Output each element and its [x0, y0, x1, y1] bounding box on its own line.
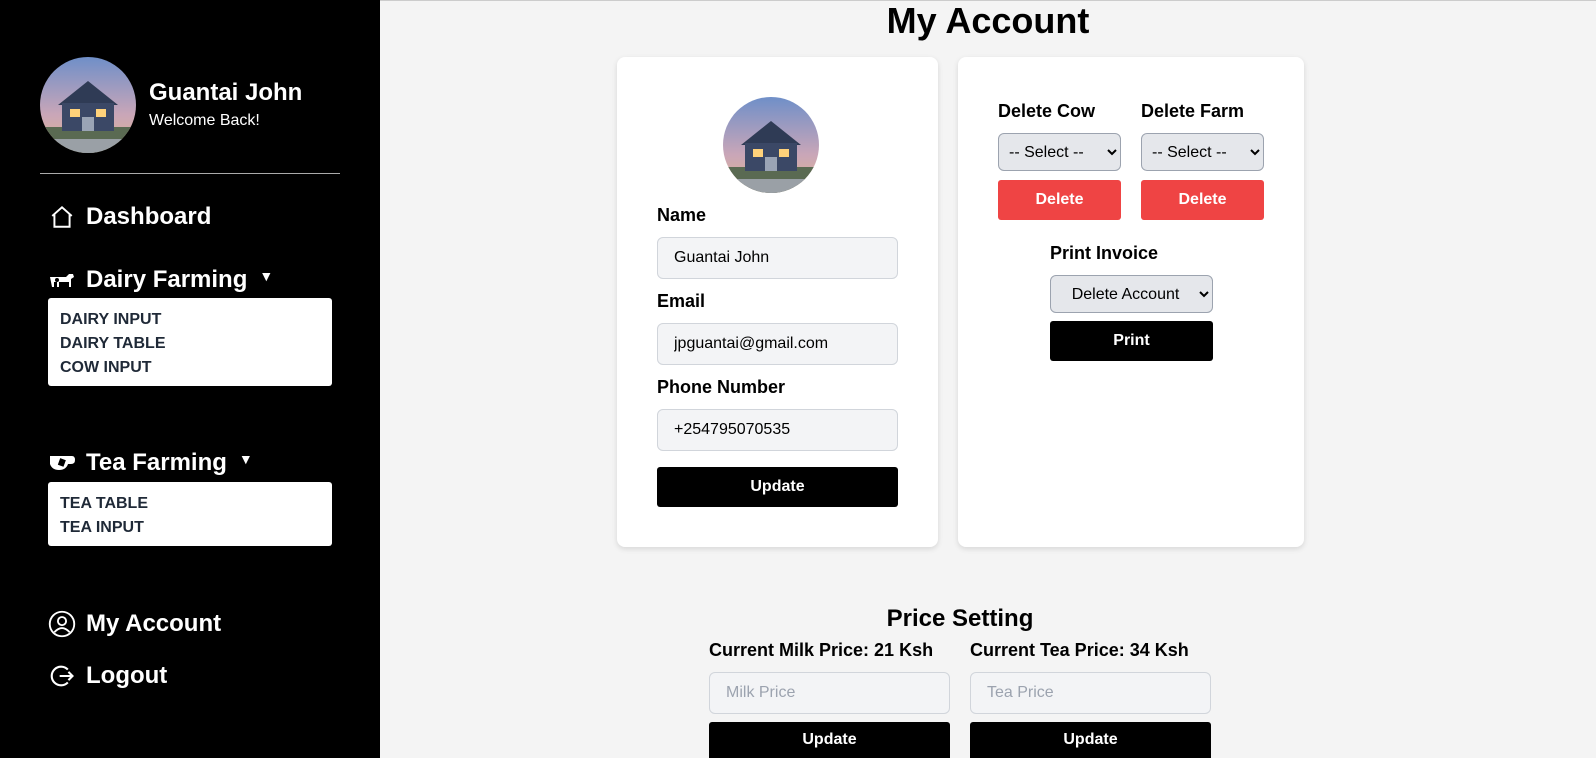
chevron-down-icon[interactable]: ▼ — [239, 451, 253, 467]
user-name: Guantai John — [149, 79, 303, 106]
print-button[interactable]: Print — [1050, 321, 1213, 361]
name-label: Name — [657, 205, 707, 225]
user-circle-icon — [48, 610, 76, 638]
print-invoice-label: Print Invoice — [1050, 243, 1159, 263]
name-input[interactable] — [657, 237, 898, 279]
tea-price-label: Current Tea Price: 34 Ksh — [970, 640, 1189, 660]
delete-cow-select[interactable]: -- Select -- — [998, 133, 1121, 171]
house-avatar-image — [723, 97, 819, 193]
cow-icon — [48, 266, 76, 294]
delete-farm-label: Delete Farm — [1141, 101, 1245, 121]
nav-dairy-farming[interactable]: Dairy Farming ▼ — [48, 266, 273, 294]
tea-submenu: TEA TABLE TEA INPUT — [48, 482, 332, 546]
milk-price-input[interactable] — [709, 672, 950, 714]
nav-dashboard-label: Dashboard — [86, 203, 212, 230]
profile-avatar — [723, 97, 819, 193]
nav-logout[interactable]: Logout — [48, 662, 167, 690]
submenu-tea-input[interactable]: TEA INPUT — [60, 516, 320, 540]
update-profile-button[interactable]: Update — [657, 467, 898, 507]
house-avatar-image — [40, 57, 136, 153]
submenu-dairy-table[interactable]: DAIRY TABLE — [60, 332, 320, 356]
phone-label: Phone Number — [657, 377, 786, 397]
nav-logout-label: Logout — [86, 662, 168, 689]
update-milk-price-button[interactable]: Update — [709, 722, 950, 758]
chevron-down-icon[interactable]: ▼ — [259, 268, 273, 284]
tea-cup-icon — [48, 449, 76, 477]
profile-card: Name Email Phone Number Update — [617, 57, 938, 547]
delete-card: Delete Cow Delete Farm -- Select -- -- S… — [958, 57, 1304, 547]
nav-account-label: My Account — [86, 610, 222, 637]
delete-cow-button[interactable]: Delete — [998, 180, 1121, 220]
submenu-tea-table[interactable]: TEA TABLE — [60, 492, 320, 516]
phone-input[interactable] — [657, 409, 898, 451]
delete-cow-label: Delete Cow — [998, 101, 1096, 121]
welcome-text: Welcome Back! — [149, 112, 260, 129]
email-input[interactable] — [657, 323, 898, 365]
logout-icon — [48, 662, 76, 690]
price-setting-title: Price Setting — [886, 605, 1034, 632]
user-profile: Guantai John Welcome Back! — [40, 57, 302, 153]
nav-tea-farming[interactable]: Tea Farming ▼ — [48, 449, 253, 477]
nav-dairy-label: Dairy Farming — [86, 266, 248, 293]
sidebar-divider — [40, 173, 340, 174]
page-title: My Account — [886, 0, 1090, 41]
submenu-dairy-input[interactable]: DAIRY INPUT — [60, 308, 320, 332]
nav-my-account[interactable]: My Account — [48, 610, 221, 638]
dairy-submenu: DAIRY INPUT DAIRY TABLE COW INPUT — [48, 298, 332, 386]
delete-farm-select[interactable]: -- Select -- — [1141, 133, 1264, 171]
invoice-select[interactable]: Delete Account — [1050, 275, 1213, 313]
milk-price-label: Current Milk Price: 21 Ksh — [709, 640, 934, 660]
update-tea-price-button[interactable]: Update — [970, 722, 1211, 758]
tea-price-input[interactable] — [970, 672, 1211, 714]
avatar — [40, 57, 136, 153]
submenu-cow-input[interactable]: COW INPUT — [60, 356, 320, 380]
delete-farm-button[interactable]: Delete — [1141, 180, 1264, 220]
home-icon — [48, 203, 76, 231]
nav-dashboard[interactable]: Dashboard — [48, 203, 211, 231]
nav-tea-label: Tea Farming — [86, 449, 227, 476]
sidebar: Guantai John Welcome Back! Dashboard Dai… — [0, 0, 380, 758]
email-label: Email — [657, 291, 706, 311]
